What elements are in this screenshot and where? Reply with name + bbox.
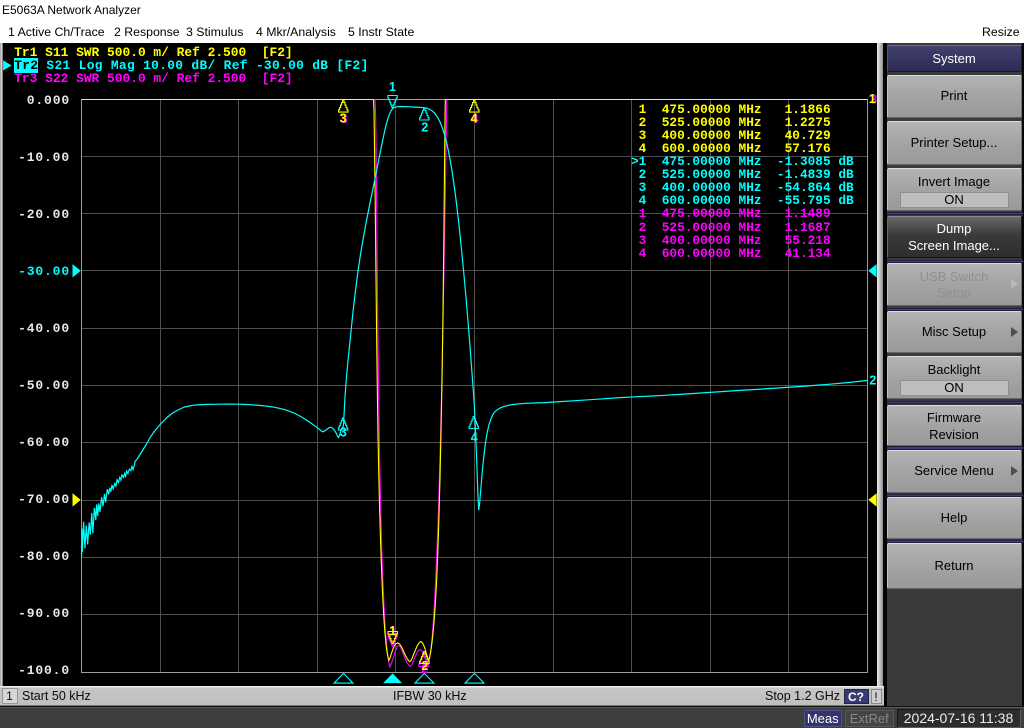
svg-text:2: 2 [421,659,428,673]
svg-text:2: 2 [421,120,428,134]
svg-text:1: 1 [389,80,396,94]
svg-text:4: 4 [471,431,478,445]
svg-text:2: 2 [869,374,876,388]
svg-text:1: 1 [869,92,876,106]
svg-text:4: 4 [471,112,478,126]
svg-text:3: 3 [340,425,347,439]
svg-text:1: 1 [389,624,396,638]
svg-text:3: 3 [340,112,347,126]
